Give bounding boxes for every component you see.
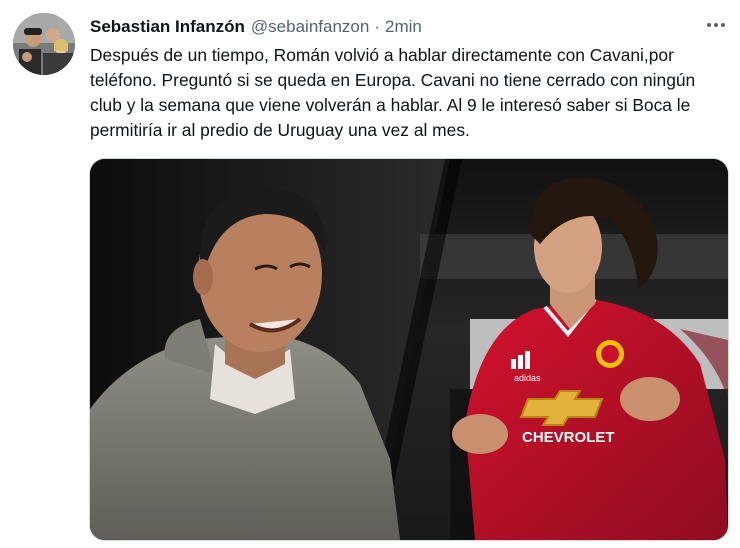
separator-dot: · <box>374 17 380 36</box>
more-options-button[interactable] <box>704 14 728 36</box>
tweet-media-image[interactable]: adidas CHEVROLET <box>89 158 729 541</box>
tweet-timestamp[interactable]: 2min <box>385 17 422 37</box>
author-handle[interactable]: @sebainfanzon <box>251 17 369 37</box>
tweet-header: Sebastian Infanzón @sebainfanzon · 2min <box>90 14 720 40</box>
more-horizontal-icon <box>707 23 725 27</box>
author-name[interactable]: Sebastian Infanzón <box>90 17 245 37</box>
avatar[interactable] <box>13 13 75 75</box>
avatar-photo <box>13 13 75 75</box>
tweet[interactable]: Sebastian Infanzón @sebainfanzon · 2min … <box>0 0 740 548</box>
svg-text:adidas: adidas <box>514 373 541 383</box>
jersey-sponsor-text: CHEVROLET <box>522 429 615 446</box>
media-photo: adidas CHEVROLET <box>90 159 728 540</box>
tweet-text: Después de un tiempo, Román volvió a hab… <box>90 45 696 140</box>
